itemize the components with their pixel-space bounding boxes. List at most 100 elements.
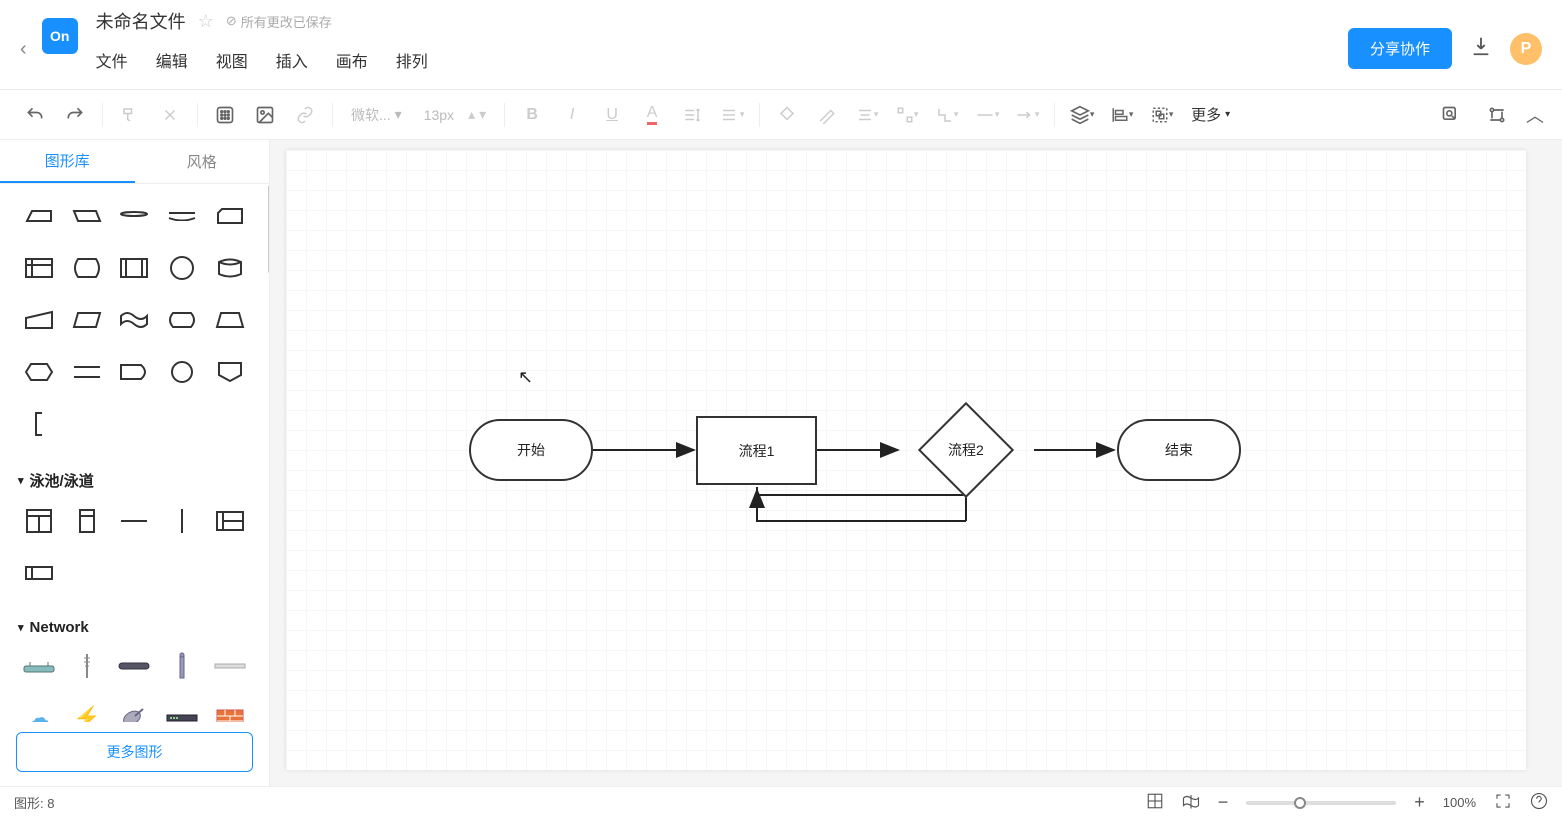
image-button[interactable] (248, 98, 282, 132)
more-button[interactable]: 更多 ▾ (1185, 104, 1236, 125)
favorite-icon[interactable]: ☆ (198, 11, 214, 32)
shape-pool-vert[interactable] (18, 505, 60, 537)
clear-format-button[interactable] (153, 98, 187, 132)
pattern-fill-button[interactable] (208, 98, 242, 132)
stroke-color-button[interactable] (810, 98, 844, 132)
menu-edit[interactable]: 编辑 (156, 48, 188, 72)
zoom-slider[interactable] (1246, 801, 1396, 805)
shape-stadium[interactable] (114, 356, 156, 388)
user-avatar[interactable]: P (1510, 33, 1542, 65)
shape-database[interactable] (209, 252, 251, 284)
menu-file[interactable]: 文件 (96, 48, 128, 72)
shape-offpage[interactable] (209, 356, 251, 388)
document-title[interactable]: 未命名文件 (96, 8, 186, 34)
link-button[interactable] (288, 98, 322, 132)
redo-button[interactable] (58, 98, 92, 132)
line-height-button[interactable] (675, 98, 709, 132)
shape-lane-horiz[interactable] (18, 557, 60, 589)
fill-color-button[interactable] (770, 98, 804, 132)
connector-type-button[interactable]: ▾ (930, 98, 964, 132)
shape-wave[interactable] (114, 304, 156, 336)
bold-button[interactable]: B (515, 98, 549, 132)
menu-canvas[interactable]: 画布 (336, 48, 368, 72)
line-style-button[interactable]: ▾ (970, 98, 1004, 132)
tab-shapes-library[interactable]: 图形库 (0, 140, 135, 183)
tab-styles[interactable]: 风格 (135, 140, 270, 183)
node-end[interactable]: 结束 (1117, 419, 1241, 481)
shape-parallel-lines[interactable] (66, 356, 108, 388)
shape-line-a[interactable] (114, 200, 156, 232)
app-logo[interactable]: On (42, 18, 78, 54)
menu-insert[interactable]: 插入 (276, 48, 308, 72)
shape-lane-vert[interactable] (66, 505, 108, 537)
shape-circle-2[interactable] (161, 356, 203, 388)
shape-line-end[interactable] (161, 200, 203, 232)
search-button[interactable] (1434, 98, 1468, 132)
align-objects-button[interactable]: ▾ (1105, 98, 1139, 132)
underline-button[interactable]: U (595, 98, 629, 132)
shape-firewall[interactable] (209, 702, 251, 722)
format-painter-button[interactable] (113, 98, 147, 132)
shape-separator-h[interactable] (114, 505, 156, 537)
shape-display[interactable] (66, 252, 108, 284)
shape-router[interactable] (18, 650, 60, 682)
shape-circle[interactable] (161, 252, 203, 284)
shape-pool-horiz[interactable] (209, 505, 251, 537)
scrollbar-thumb[interactable] (268, 184, 269, 274)
canvas[interactable]: 开始 流程1 流程2 结束 ↖ (286, 150, 1526, 770)
undo-button[interactable] (18, 98, 52, 132)
shape-satellite-dish[interactable] (114, 702, 156, 722)
group-button[interactable]: ▾ (1145, 98, 1179, 132)
node-process-1[interactable]: 流程1 (696, 416, 817, 485)
canvas-wrap[interactable]: 开始 流程1 流程2 结束 ↖ (270, 140, 1562, 786)
shape-separator-v[interactable] (161, 505, 203, 537)
shape-rack-switch[interactable] (161, 702, 203, 722)
shape-trapezoid[interactable] (209, 304, 251, 336)
arrow-style-button[interactable]: ▾ (1010, 98, 1044, 132)
help-icon[interactable] (1530, 792, 1548, 813)
menu-arrange[interactable]: 排列 (396, 48, 428, 72)
shape-hexagon[interactable] (18, 356, 60, 388)
shape-server-tower[interactable] (161, 650, 203, 682)
category-pool-lane[interactable]: ▾泳池/泳道 (0, 454, 269, 499)
shape-patch-panel[interactable] (209, 650, 251, 682)
shape-card[interactable] (209, 200, 251, 232)
zoom-out-button[interactable]: − (1218, 792, 1229, 813)
shape-predefined[interactable] (114, 252, 156, 284)
shape-switch[interactable] (114, 650, 156, 682)
navigator-icon[interactable] (1182, 792, 1200, 813)
font-size-select[interactable]: 13px ▴▾ (416, 106, 494, 123)
shape-internal-storage[interactable] (18, 252, 60, 284)
more-shapes-button[interactable]: 更多图形 (16, 732, 253, 772)
shape-bracket[interactable] (18, 408, 60, 440)
shape-rounded-hex[interactable] (161, 304, 203, 336)
align-button[interactable]: ▾ (715, 98, 749, 132)
shape-trapezoid-a[interactable] (18, 200, 60, 232)
layers-button[interactable]: ▾ (1065, 98, 1099, 132)
collapse-toolbar-icon[interactable]: ︿ (1526, 102, 1544, 128)
node-start[interactable]: 开始 (469, 419, 593, 481)
back-button[interactable]: ‹ (20, 38, 27, 61)
grid-toggle-icon[interactable] (1146, 792, 1164, 813)
fullscreen-icon[interactable] (1494, 792, 1512, 813)
shape-cloud[interactable]: ☁ (18, 702, 60, 722)
italic-button[interactable]: I (555, 98, 589, 132)
text-align-button[interactable]: ▾ (850, 98, 884, 132)
zoom-slider-knob[interactable] (1294, 797, 1306, 809)
zoom-in-button[interactable]: + (1414, 792, 1425, 813)
font-family-select[interactable]: 微软... ▾ (343, 105, 410, 125)
menu-view[interactable]: 视图 (216, 48, 248, 72)
zoom-percent[interactable]: 100% (1443, 795, 1476, 810)
shape-trapezoid-b[interactable] (66, 200, 108, 232)
font-color-button[interactable]: A (635, 98, 669, 132)
node-decision-2[interactable]: 流程2 (918, 402, 1014, 498)
shape-manual-input[interactable] (18, 304, 60, 336)
settings-button[interactable] (1480, 98, 1514, 132)
shape-parallelogram[interactable] (66, 304, 108, 336)
shape-antenna[interactable] (66, 650, 108, 682)
shape-lightning[interactable]: ⚡ (66, 702, 108, 722)
download-icon[interactable] (1470, 35, 1492, 63)
share-button[interactable]: 分享协作 (1348, 28, 1452, 69)
distribute-button[interactable]: ▾ (890, 98, 924, 132)
category-network[interactable]: ▾Network (0, 603, 269, 644)
